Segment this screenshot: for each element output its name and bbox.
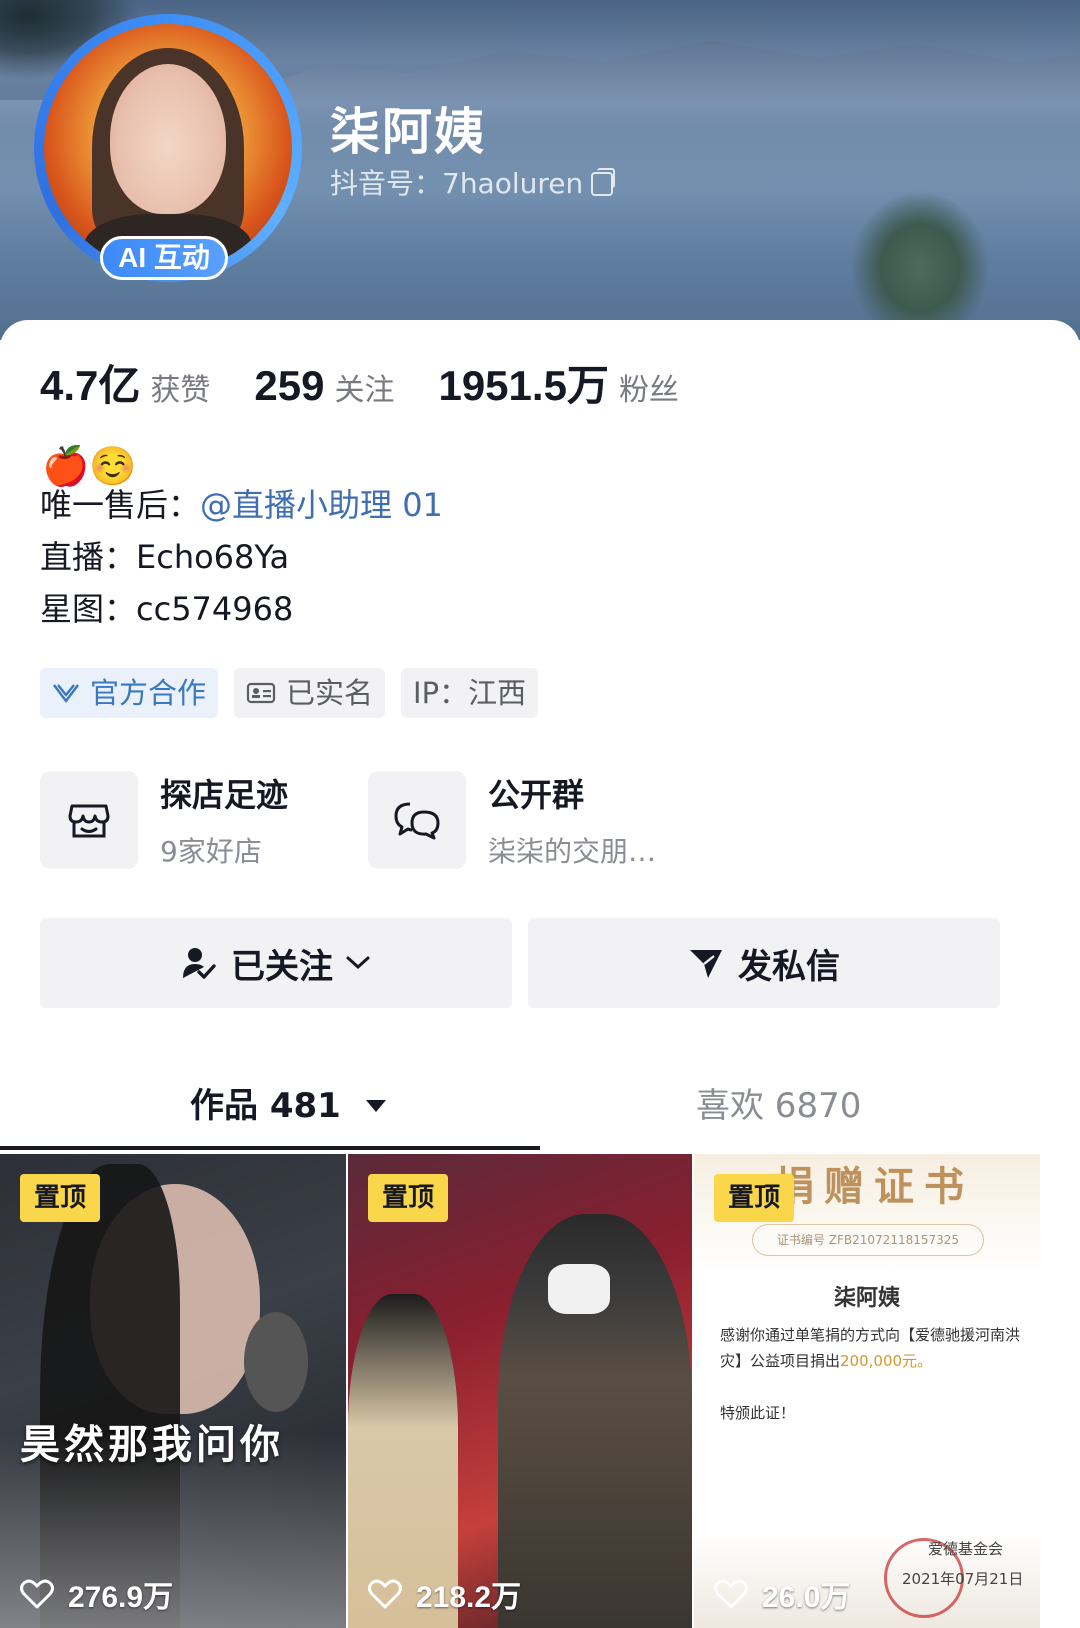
certificate-date: 2021年07月21日 [902,1570,1024,1588]
send-message-label: 发私信 [738,946,840,987]
caret-down-icon[interactable] [365,1098,387,1114]
douyin-id[interactable]: 抖音号：7haoluren [330,162,616,202]
stat-following-label: 关注 [334,373,395,408]
tab-works[interactable]: 作品 481 [190,1078,387,1127]
official-cooperation-icon [53,684,79,703]
profile-name: 柒阿姨 [330,103,486,161]
ip-location-tag: IP：江西 [401,668,539,718]
video-2-likes: 218.2万 [368,1572,521,1616]
tab-likes[interactable]: 喜欢 6870 [696,1078,861,1127]
shop-footprint-subtitle: 9家好店 [160,835,262,868]
video-tile-1[interactable]: 置顶 昊然那我问你 276.9万 [0,1154,346,1628]
verified-tag[interactable]: 已实名 [234,668,386,718]
certificate-name: 柒阿姨 [834,1286,901,1311]
public-group-subtitle: 柒柒的交朋… [488,835,657,868]
official-cooperation-label: 官方合作 [90,676,207,710]
video-2-likes-count: 218.2万 [416,1581,522,1614]
shop-footprint-title: 探店足迹 [160,776,289,814]
heart-icon [368,1579,402,1609]
certificate-org: 爱德基金会 [928,1540,1004,1558]
stat-fans[interactable]: 1951.5万 粉丝 [438,352,678,413]
video-1-microphone [244,1312,308,1412]
stat-likes-label: 获赞 [150,373,211,408]
shop-icon-box [40,771,138,869]
public-group-card[interactable]: 公开群 柒柒的交朋… [368,770,656,870]
heart-icon [714,1579,748,1609]
video-2-mask [548,1264,610,1314]
certificate-amount: 200,000元。 [840,1352,933,1370]
stats-row: 4.7亿 获赞 259 关注 1951.5万 粉丝 [40,352,723,413]
public-group-title: 公开群 [488,776,585,814]
stat-following-value: 259 [254,362,325,409]
id-card-icon [246,682,276,704]
profile-tags: 官方合作 已实名 IP：江西 [40,668,554,718]
stat-following[interactable]: 259 关注 [254,362,394,410]
douyin-id-text: 抖音号：7haoluren [330,167,584,200]
stat-likes-value: 4.7亿 [40,362,141,409]
bio-after-sales: 唯一售后：@直播小助理 01 [40,480,443,526]
verified-label: 已实名 [286,676,374,710]
avatar-face [110,64,226,214]
bio-xingtu: 星图：cc574968 [40,590,294,628]
following-button[interactable]: 已关注 [40,918,512,1008]
certificate-title: 捐赠证书 [774,1164,974,1210]
tree-backdrop [850,190,990,320]
send-message-button[interactable]: 发私信 [528,918,1000,1008]
video-3-likes-count: 26.0万 [762,1581,851,1614]
video-tile-3[interactable]: 捐赠证书 证书编号 ZFB21072118157325 柒阿姨 感谢你通过单笔捐… [694,1154,1040,1628]
ai-interaction-badge[interactable]: AI 互动 [100,236,228,280]
shop-icon [68,804,110,838]
bio-after-sales-label: 唯一售后： [40,486,201,524]
mountain-backdrop [260,40,1080,100]
video-tile-2[interactable]: 置顶 218.2万 [348,1154,692,1628]
stat-likes[interactable]: 4.7亿 获赞 [40,352,210,413]
shop-footprint-card[interactable]: 探店足迹 9家好店 [40,770,288,870]
certificate-number: 证书编号 ZFB21072118157325 [752,1224,984,1256]
user-check-icon [183,948,216,979]
copy-icon[interactable] [591,168,616,196]
video-1-likes-count: 276.9万 [68,1581,174,1614]
video-1-likes: 276.9万 [20,1572,173,1616]
video-grid: 置顶 昊然那我问你 276.9万 置顶 218.2万 捐赠证书 证书编号 ZFB… [0,1154,1080,1628]
video-1-caption: 昊然那我问你 [20,1422,284,1468]
stat-fans-label: 粉丝 [618,373,679,408]
pinned-badge: 置顶 [20,1174,100,1222]
stat-fans-value: 1951.5万 [438,362,609,409]
group-icon-box [368,771,466,869]
certificate-body: 感谢你通过单笔捐的方式向【爱德驰援河南洪灾】公益项目捐出200,000元。 特颁… [720,1322,1020,1426]
after-sales-link[interactable]: @直播小助理 01 [200,486,443,524]
chevron-down-icon [346,956,370,970]
bio-live: 直播：Echo68Ya [40,538,290,576]
avatar[interactable] [44,24,292,272]
pinned-badge: 置顶 [714,1174,794,1222]
tab-active-indicator [0,1146,540,1150]
send-paper-plane-icon [690,950,722,978]
pinned-badge: 置顶 [368,1174,448,1222]
chat-bubbles-icon [394,802,440,840]
video-3-likes: 26.0万 [714,1572,850,1616]
certificate-text-2: 特颁此证！ [720,1404,796,1422]
official-cooperation-tag[interactable]: 官方合作 [40,668,219,718]
following-label: 已关注 [231,946,333,987]
heart-icon [20,1579,54,1609]
tab-works-label: 作品 481 [190,1086,341,1126]
ip-location-label: IP：江西 [413,676,527,710]
